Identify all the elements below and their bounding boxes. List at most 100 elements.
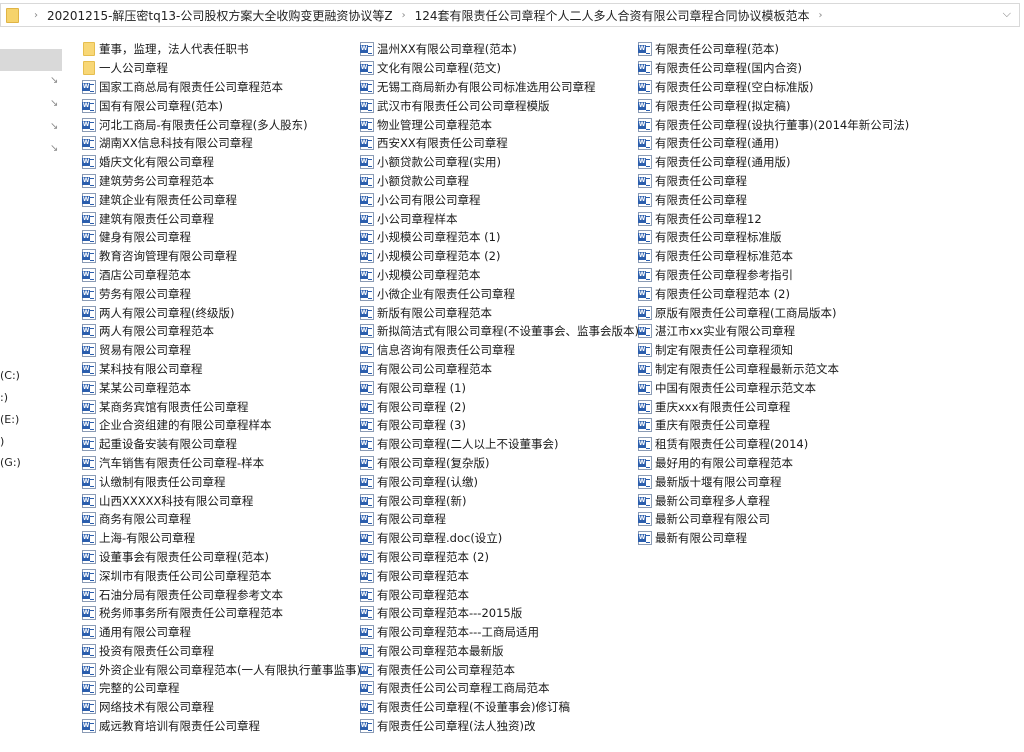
file-item[interactable]: 两人有限公司章程(终级版) [82,303,361,322]
file-item[interactable]: 有限公司章程范本---2015版 [360,604,639,623]
file-item[interactable]: 有限责任公司公司章程工商局范本 [360,679,639,698]
file-item[interactable]: 外资企业有限公司章程范本(一人有限执行董事监事) [82,660,361,679]
file-item[interactable]: 投资有限责任公司章程 [82,642,361,661]
file-item[interactable]: 建筑企业有限责任公司章程 [82,190,361,209]
file-item[interactable]: 制定有限责任公司章程须知 [638,341,909,360]
nav-drive-d[interactable]: :) [0,391,8,404]
file-item[interactable]: 新版有限公司章程范本 [360,303,639,322]
breadcrumb-separator[interactable]: › [402,10,406,21]
file-item[interactable]: 文化有限公司章程(范文) [360,59,639,78]
nav-drive-c[interactable]: (C:) [0,369,20,382]
file-item[interactable]: 有限公司章程范本---工商局适用 [360,623,639,642]
file-item[interactable]: 小额贷款公司章程(实用) [360,153,639,172]
file-item[interactable]: 有限责任公司章程 [638,172,909,191]
file-item[interactable]: 有限公司章程.doc(设立) [360,529,639,548]
file-item[interactable]: 无锡工商局新办有限公司标准选用公司章程 [360,78,639,97]
file-item[interactable]: 有限公司章程 (1) [360,378,639,397]
file-item[interactable]: 起重设备安装有限公司章程 [82,435,361,454]
nav-drive-e[interactable]: (E:) [0,413,19,426]
file-item[interactable]: 河北工商局-有限责任公司章程(多人股东) [82,115,361,134]
file-item[interactable]: 重庆xxx有限责任公司章程 [638,397,909,416]
file-item[interactable]: 有限责任公司公司章程范本 [360,660,639,679]
breadcrumb-parent-folder[interactable]: 20201215-解压密tq13-公司股权方案大全收购变更融资协议等Z [47,7,393,24]
file-item[interactable]: 汽车销售有限责任公司章程-样本 [82,454,361,473]
file-item[interactable]: 通用有限公司章程 [82,623,361,642]
file-item[interactable]: 有限责任公司章程(设执行董事)(2014年新公司法) [638,115,909,134]
file-item[interactable]: 有限公司章程范本最新版 [360,642,639,661]
file-item[interactable]: 湛江市xx实业有限公司章程 [638,322,909,341]
file-item[interactable]: 有限公司公司章程范本 [360,360,639,379]
file-item[interactable]: 某科技有限公司章程 [82,360,361,379]
file-item[interactable]: 建筑劳务公司章程范本 [82,172,361,191]
file-item[interactable]: 制定有限责任公司章程最新示范文本 [638,360,909,379]
file-item[interactable]: 山西XXXXX科技有限公司章程 [82,491,361,510]
file-item[interactable]: 湖南XX信息科技有限公司章程 [82,134,361,153]
file-item[interactable]: 新拟简洁式有限公司章程(不设董事会、监事会版本) [360,322,639,341]
file-item[interactable]: 设董事会有限责任公司章程(范本) [82,548,361,567]
file-item[interactable]: 小规模公司章程范本 (2) [360,247,639,266]
address-bar[interactable]: › 20201215-解压密tq13-公司股权方案大全收购变更融资协议等Z › … [0,3,1020,27]
file-item[interactable]: 有限责任公司章程(通用版) [638,153,909,172]
file-item[interactable]: 重庆有限责任公司章程 [638,416,909,435]
file-item[interactable]: 小规模公司章程范本 [360,266,639,285]
file-item[interactable]: 物业管理公司章程范本 [360,115,639,134]
file-item[interactable]: 国有有限公司章程(范本) [82,96,361,115]
breadcrumb-separator[interactable]: › [34,10,38,21]
file-item[interactable]: 最好用的有限公司章程范本 [638,454,909,473]
file-item[interactable]: 最新有限公司章程 [638,529,909,548]
file-item[interactable]: 小规模公司章程范本 (1) [360,228,639,247]
file-item[interactable]: 西安XX有限责任公司章程 [360,134,639,153]
file-item[interactable]: 有限公司章程(认缴) [360,472,639,491]
file-item[interactable]: 有限公司章程 (2) [360,397,639,416]
file-item[interactable]: 小微企业有限责任公司章程 [360,284,639,303]
folder-item[interactable]: 一人公司章程 [82,59,361,78]
folder-item[interactable]: 董事，监理，法人代表任职书 [82,40,361,59]
file-item[interactable]: 最新公司章程有限公司 [638,510,909,529]
file-item[interactable]: 酒店公司章程范本 [82,266,361,285]
address-history-dropdown-icon[interactable]: ⌵ [1003,7,1011,21]
file-item[interactable]: 深圳市有限责任公司公司章程范本 [82,566,361,585]
file-item[interactable]: 有限责任公司章程标准版 [638,228,909,247]
file-item[interactable]: 两人有限公司章程范本 [82,322,361,341]
file-item[interactable]: 税务师事务所有限责任公司章程范本 [82,604,361,623]
file-item[interactable]: 武汉市有限责任公司公司章程模版 [360,96,639,115]
file-item[interactable]: 有限公司章程 (3) [360,416,639,435]
file-item[interactable]: 劳务有限公司章程 [82,284,361,303]
file-item[interactable]: 国家工商总局有限责任公司章程范本 [82,78,361,97]
file-item[interactable]: 有限责任公司章程 [638,190,909,209]
nav-drive-g[interactable]: (G:) [0,456,21,469]
file-item[interactable]: 有限责任公司章程12 [638,209,909,228]
file-item[interactable]: 原版有限责任公司章程(工商局版本) [638,303,909,322]
file-item[interactable]: 有限公司章程范本 (2) [360,548,639,567]
file-item[interactable]: 有限责任公司章程(不设董事会)修订稿 [360,698,639,717]
file-item[interactable]: 商务有限公司章程 [82,510,361,529]
file-item[interactable]: 威远教育培训有限责任公司章程 [82,717,361,736]
file-item[interactable]: 教育咨询管理有限公司章程 [82,247,361,266]
file-item[interactable]: 信息咨询有限责任公司章程 [360,341,639,360]
nav-drive-f[interactable]: ) [0,435,4,448]
file-item[interactable]: 有限责任公司章程(空白标准版) [638,78,909,97]
file-item[interactable]: 有限公司章程(复杂版) [360,454,639,473]
file-item[interactable]: 某商务宾馆有限责任公司章程 [82,397,361,416]
nav-selected-item[interactable] [0,49,62,71]
file-item[interactable]: 健身有限公司章程 [82,228,361,247]
file-item[interactable]: 有限责任公司章程(范本) [638,40,909,59]
breadcrumb-current-folder[interactable]: 124套有限责任公司章程个人二人多人合资有限公司章程合同协议模板范本 [415,7,810,24]
file-item[interactable]: 认缴制有限责任公司章程 [82,472,361,491]
file-item[interactable]: 有限责任公司章程标准范本 [638,247,909,266]
file-item[interactable]: 石油分局有限责任公司章程参考文本 [82,585,361,604]
file-item[interactable]: 小公司章程样本 [360,209,639,228]
file-item[interactable]: 企业合资组建的有限公司章程样本 [82,416,361,435]
file-item[interactable]: 网络技术有限公司章程 [82,698,361,717]
file-item[interactable]: 有限责任公司章程范本 (2) [638,284,909,303]
file-item[interactable]: 某某公司章程范本 [82,378,361,397]
file-item[interactable]: 婚庆文化有限公司章程 [82,153,361,172]
file-item[interactable]: 有限公司章程 [360,510,639,529]
file-item[interactable]: 中国有限责任公司章程示范文本 [638,378,909,397]
file-item[interactable]: 有限公司章程范本 [360,566,639,585]
file-item[interactable]: 最新公司章程多人章程 [638,491,909,510]
file-item[interactable]: 有限责任公司章程(拟定稿) [638,96,909,115]
file-item[interactable]: 最新版十堰有限公司章程 [638,472,909,491]
breadcrumb-separator[interactable]: › [818,10,822,21]
file-item[interactable]: 贸易有限公司章程 [82,341,361,360]
